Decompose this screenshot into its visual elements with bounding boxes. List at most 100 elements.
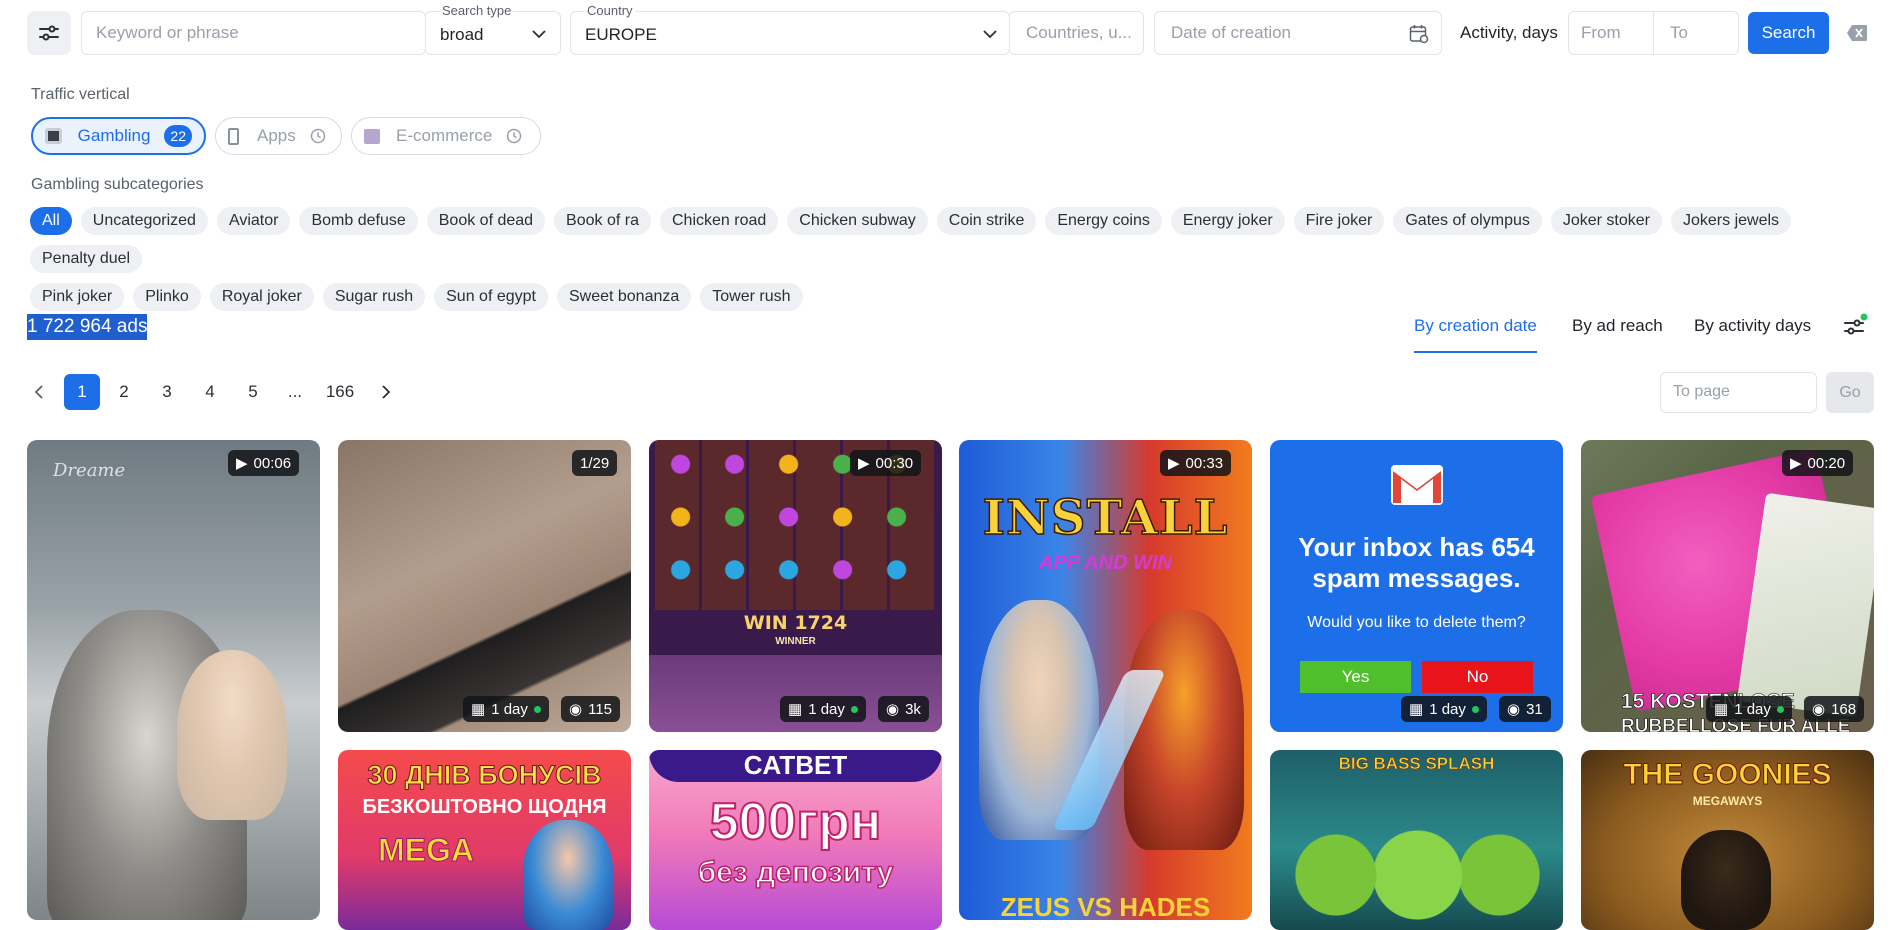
sort-by-activity-days[interactable]: By activity days — [1694, 316, 1811, 336]
subcategory-chip-joker-stoker[interactable]: Joker stoker — [1550, 207, 1662, 235]
subcategory-chip-energy-coins[interactable]: Energy coins — [1045, 207, 1162, 235]
subcategory-chip-all[interactable]: All — [30, 207, 72, 235]
subcategory-chip-sweet-bonanza[interactable]: Sweet bonanza — [556, 283, 692, 311]
subcategory-chip-sun-of-egypt[interactable]: Sun of egypt — [434, 283, 548, 311]
subcategory-chip-jokers-jewels[interactable]: Jokers jewels — [1671, 207, 1792, 235]
video-duration-badge: ▶ 00:30 — [850, 450, 922, 476]
page-1[interactable]: 1 — [64, 374, 100, 410]
duration-text: 00:20 — [1807, 454, 1846, 472]
page-ellipsis: ... — [287, 382, 303, 401]
clock-icon — [507, 128, 522, 144]
keyword-placeholder: Keyword or phrase — [96, 23, 239, 42]
calendar-icon[interactable] — [1409, 24, 1429, 44]
clear-filters-icon[interactable] — [1846, 24, 1868, 42]
view-settings-button[interactable] — [1842, 313, 1868, 339]
country-value: EUROPE — [585, 25, 657, 44]
views-text: 115 — [588, 700, 613, 718]
subcategory-chip-fire-joker[interactable]: Fire joker — [1293, 207, 1385, 235]
views-text: 168 — [1831, 700, 1857, 718]
promo-brand: THE GOONIES — [1623, 758, 1832, 792]
ad-card[interactable]: CATBET 500грн без депозиту — [649, 750, 942, 930]
ad-card[interactable]: Dreame ▶ 00:06 — [27, 440, 320, 920]
ad-card[interactable]: 15 KOSTENLOSE RUBBELLOSE FÜR ALLE ▶00:20… — [1581, 440, 1874, 732]
subcategory-chip-bomb-defuse[interactable]: Bomb defuse — [299, 207, 418, 235]
activity-days-badge: ▦ 1 day — [1401, 696, 1487, 722]
subcategory-chip-royal-joker[interactable]: Royal joker — [209, 283, 314, 311]
vertical-gambling[interactable]: Gambling 22 — [31, 117, 206, 155]
subcategory-chip-coin-strike[interactable]: Coin strike — [936, 207, 1037, 235]
subcategory-chip-sugar-rush[interactable]: Sugar rush — [322, 283, 426, 311]
views-badge: ◉ 3k — [878, 696, 929, 722]
subcategory-chip-uncategorized[interactable]: Uncategorized — [80, 207, 208, 235]
page-4[interactable]: 4 — [192, 374, 228, 410]
play-icon: ▶ — [858, 455, 870, 472]
sort-by-creation-date[interactable]: By creation date — [1414, 316, 1537, 353]
activity-from-input[interactable]: From — [1568, 11, 1654, 55]
no-button[interactable]: No — [1422, 661, 1533, 693]
subcategory-chip-chicken-subway[interactable]: Chicken subway — [787, 207, 928, 235]
page-166[interactable]: 166 — [322, 374, 358, 410]
subcategory-chip-aviator[interactable]: Aviator — [216, 207, 291, 235]
sliders-icon — [39, 25, 59, 41]
calendar-icon: ▦ — [788, 701, 803, 718]
calendar-icon: ▦ — [1714, 701, 1729, 718]
ad-card[interactable]: 1/29 ▦ 1 day ◉ 115 — [338, 440, 631, 732]
subcategory-chip-chicken-road[interactable]: Chicken road — [659, 207, 779, 235]
ad-card[interactable]: Your inbox has 654 spam messages. Would … — [1270, 440, 1563, 732]
subcategory-chip-energy-joker[interactable]: Energy joker — [1170, 207, 1285, 235]
countries-placeholder: Countries, u... — [1026, 23, 1132, 42]
search-type-select[interactable]: Search type broad — [425, 3, 561, 55]
play-icon: ▶ — [236, 455, 248, 472]
subcategory-chip-plinko[interactable]: Plinko — [133, 283, 201, 311]
ad-card[interactable]: WIN 1724 WINNER ▶ 00:30 ▦ 1 day ◉ 3k — [649, 440, 942, 732]
duration-text: 00:30 — [875, 454, 914, 472]
page-3[interactable]: 3 — [149, 374, 185, 410]
activity-days-badge: ▦ 1 day — [1706, 696, 1792, 722]
search-button[interactable]: Search — [1748, 12, 1829, 54]
prev-page-button[interactable] — [21, 374, 57, 410]
promo-subtext: без депозиту — [697, 855, 894, 890]
date-of-creation-input[interactable]: Date of creation — [1154, 11, 1442, 55]
active-dot — [533, 705, 541, 713]
vertical-ecommerce-label: E-commerce — [396, 126, 493, 145]
carousel-counter-badge: 1/29 — [572, 450, 618, 476]
ad-card[interactable]: 30 ДНІВ БОНУСІВ БЕЗКОШТОВНО ЩОДНЯ MEGA — [338, 750, 631, 930]
vertical-apps-label: Apps — [257, 126, 296, 145]
go-button[interactable]: Go — [1826, 372, 1874, 413]
days-text: 1 day — [808, 700, 845, 718]
active-dot — [1471, 705, 1479, 713]
install-subtitle: APP AND WIN — [1039, 552, 1172, 574]
activity-to-input[interactable]: To — [1653, 11, 1739, 55]
filters-toggle-button[interactable] — [27, 11, 71, 55]
country-select[interactable]: Country EUROPE — [570, 3, 1010, 55]
vertical-apps[interactable]: Apps — [215, 117, 342, 155]
yes-button[interactable]: Yes — [1300, 661, 1411, 693]
subcategory-chip-pink-joker[interactable]: Pink joker — [30, 283, 125, 311]
active-dot — [850, 705, 858, 713]
subcategory-chip-book-of-ra[interactable]: Book of ra — [554, 207, 651, 235]
subcategory-chip-penalty-duel[interactable]: Penalty duel — [30, 245, 143, 273]
next-page-button[interactable] — [367, 374, 403, 410]
subcategory-chip-book-of-dead[interactable]: Book of dead — [426, 207, 546, 235]
countries-input[interactable]: Countries, u... — [1009, 11, 1144, 55]
search-type-value: broad — [440, 25, 484, 44]
gmail-icon — [1391, 465, 1443, 505]
chevron-right-icon — [381, 385, 390, 399]
page-5[interactable]: 5 — [235, 374, 271, 410]
ad-card[interactable]: THE GOONIES MEGAWAYS — [1581, 750, 1874, 930]
eye-icon: ◉ — [1507, 701, 1521, 718]
to-page-input[interactable]: To page — [1660, 372, 1817, 413]
subcategory-chip-tower-rush[interactable]: Tower rush — [700, 283, 803, 311]
ad-card[interactable]: INSTALL APP AND WIN ZEUS VS HADES ▶ 00:33 — [959, 440, 1252, 920]
ad-card[interactable]: BIG BASS SPLASH — [1270, 750, 1563, 930]
sort-by-ad-reach[interactable]: By ad reach — [1572, 316, 1663, 336]
active-dot — [1776, 705, 1784, 713]
eye-icon: ◉ — [886, 701, 900, 718]
vertical-ecommerce[interactable]: E-commerce — [351, 117, 541, 155]
subcategory-chip-gates-of-olympus[interactable]: Gates of olympus — [1393, 207, 1542, 235]
video-duration-badge: ▶ 00:06 — [228, 450, 300, 476]
keyword-input[interactable]: Keyword or phrase — [81, 11, 426, 55]
clock-icon — [310, 128, 325, 144]
page-2[interactable]: 2 — [106, 374, 142, 410]
eye-icon: ◉ — [569, 701, 583, 718]
